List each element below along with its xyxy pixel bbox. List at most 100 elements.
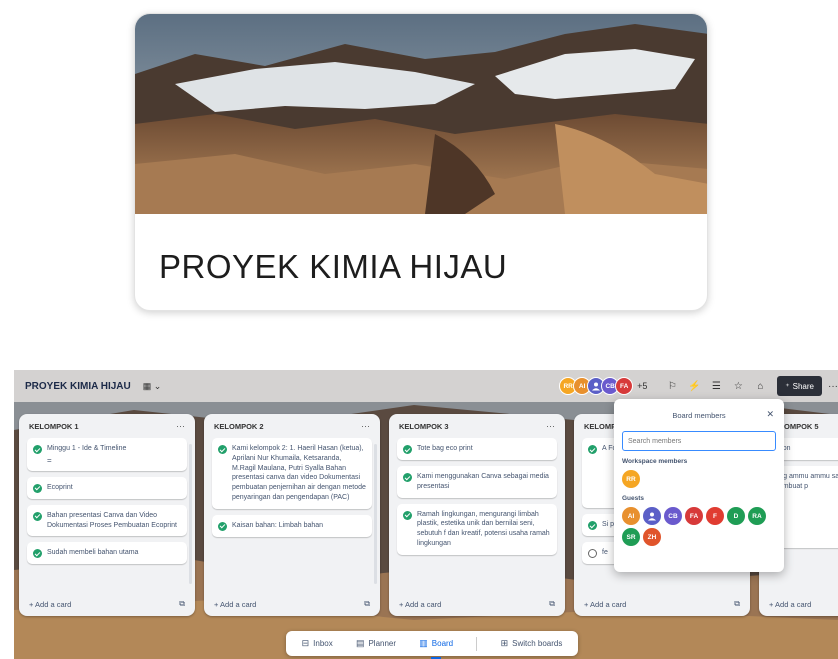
avatar[interactable]: SR [622,528,640,546]
share-button[interactable]: ⁺ Share [777,376,822,396]
list-menu-icon[interactable]: ··· [176,421,185,431]
user-icon [592,382,601,391]
card[interactable]: Ecoprint [27,476,187,499]
list-scrollbar[interactable] [189,444,192,584]
card-title: Kaisan bahan: Limbah bahan [232,521,324,529]
avatar[interactable]: D [727,507,745,525]
list-kelompok-2: KELOMPOK 2 ··· Kami kelompok 2: 1. Haeri… [204,414,380,616]
card-title: Kami menggunakan Canva sebagai media pre… [417,473,549,490]
check-icon[interactable] [33,549,42,559]
list-header: KELOMPOK 3 ··· [389,414,565,438]
check-icon[interactable] [403,510,412,520]
template-icon[interactable]: ⧉ [734,599,740,609]
list-title[interactable]: KELOMPOK 3 [399,422,449,431]
check-icon[interactable] [218,445,227,454]
user-icon [648,512,656,521]
automation-icon[interactable]: ⚡ [685,377,703,395]
switch-boards-label: Switch boards [512,639,563,648]
card[interactable]: Minggu 1 - Ide & Timeline = [27,438,187,471]
card-title: Bahan presentasi Canva dan Video Dokumen… [47,511,177,529]
avatar[interactable]: RA [748,507,766,525]
check-icon[interactable] [403,445,412,454]
add-card-button[interactable]: + Add a card [214,600,256,609]
list-kelompok-1: KELOMPOK 1 ··· Minggu 1 - Ide & Timeline… [19,414,195,616]
template-icon[interactable]: ⧉ [549,599,555,609]
list-footer: + Add a card ⧉ [574,592,750,616]
add-card-button[interactable]: + Add a card [769,600,811,609]
cover-title: PROYEK KIMIA HIJAU [159,248,508,285]
list-footer: + Add a card ⧉ [389,592,565,616]
avatar[interactable]: F [706,507,724,525]
list-scrollbar[interactable] [374,444,377,584]
check-icon[interactable] [218,521,227,531]
guests-list: AI CB FA F D RA SR ZH [622,507,776,546]
mountain-cover-image [135,14,707,214]
add-card-button[interactable]: + Add a card [584,600,626,609]
card[interactable]: Kaisan bahan: Limbah bahan [212,514,372,537]
card[interactable]: Ramah lingkungan, mengurangi limbah plas… [397,503,557,555]
card-title: Ramah lingkungan, mengurangi limbah plas… [417,510,550,547]
check-icon[interactable] [33,483,42,493]
avatar[interactable]: FA [685,507,703,525]
card[interactable]: Bahan presentasi Canva dan Video Dokumen… [27,504,187,537]
check-icon[interactable] [403,473,412,482]
card-title: Ecoprint [47,483,73,491]
list-menu-icon[interactable]: ··· [546,421,555,431]
avatar[interactable]: CB [664,507,682,525]
card[interactable]: Sudah membeli bahan utama [27,542,187,565]
avatar[interactable] [643,507,661,525]
inbox-label: Inbox [313,639,333,648]
inbox-icon: ⊟ [301,638,310,648]
list-footer: + Add a card [759,592,838,616]
template-icon[interactable]: ⧉ [364,599,370,609]
divider [476,636,478,651]
avatar[interactable]: AI [622,507,640,525]
visibility-icon[interactable]: ⌂ [751,377,769,395]
board-cover-card[interactable]: PROYEK KIMIA HIJAU [134,13,708,311]
list-menu-icon[interactable]: ··· [361,421,370,431]
bottom-nav-bar: ⊟ Inbox ▤ Planner ▥ Board ⊞ Switch boards [286,631,578,659]
card[interactable]: Tote bag eco print [397,438,557,460]
workspace-members-list: RR [622,470,776,488]
card-title: Minggu 1 - Ide & Timeline [47,445,127,452]
planner-button[interactable]: ▤ Planner [356,631,396,656]
header-member-avatars[interactable]: RR AI CB FA +5 [559,377,657,395]
inbox-button[interactable]: ⊟ Inbox [302,631,333,656]
board-title[interactable]: PROYEK KIMIA HIJAU [25,381,131,392]
search-members-input[interactable]: Search members [622,431,776,451]
avatar[interactable]: FA [615,377,634,395]
card-title: Kami kelompok 2: 1. Haeril Hasan (ketua)… [232,445,366,501]
check-icon[interactable] [33,445,42,454]
board-header: PROYEK KIMIA HIJAU ▦ ⌄ RR AI CB FA +5 ⚐ … [14,370,838,402]
check-icon[interactable] [33,511,42,521]
board-menu-icon[interactable]: ··· [828,381,838,392]
card-list: Minggu 1 - Ide & Timeline = Ecoprint Bah… [19,438,195,590]
rocket-icon[interactable]: ⚐ [663,377,681,395]
star-icon[interactable]: ☆ [729,377,747,395]
switch-boards-button[interactable]: ⊞ Switch boards [501,631,563,656]
list-title[interactable]: KELOMPOK 1 [29,422,79,431]
more-members-count[interactable]: +5 [637,381,647,391]
filter-icon[interactable]: ☰ [707,377,725,395]
incomplete-icon[interactable] [588,549,597,558]
template-icon[interactable]: ⧉ [179,599,185,609]
board-button[interactable]: ▥ Board [419,631,453,659]
workspace-members-label: Workspace members [622,458,688,465]
avatar[interactable]: RR [622,470,640,488]
board-view-icon[interactable]: ▦ ⌄ [143,381,162,392]
avatar[interactable]: ZH [643,528,661,546]
list-header: KELOMPOK 2 ··· [204,414,380,438]
card[interactable]: Kami menggunakan Canva sebagai media pre… [397,466,557,498]
list-title[interactable]: KELOMPOK 2 [214,422,264,431]
check-icon[interactable] [588,521,597,530]
add-card-button[interactable]: + Add a card [29,600,71,609]
card[interactable]: Kami kelompok 2: 1. Haeril Hasan (ketua)… [212,438,372,509]
check-icon[interactable] [588,445,597,454]
add-person-icon: ⁺ [785,381,790,391]
card-title: Sudah membeli bahan utama [47,549,139,557]
list-footer: + Add a card ⧉ [204,592,380,616]
add-card-button[interactable]: + Add a card [399,600,441,609]
close-icon[interactable]: ✕ [766,409,774,420]
card-title: Tote bag eco print [417,445,473,452]
planner-label: Planner [368,639,397,648]
